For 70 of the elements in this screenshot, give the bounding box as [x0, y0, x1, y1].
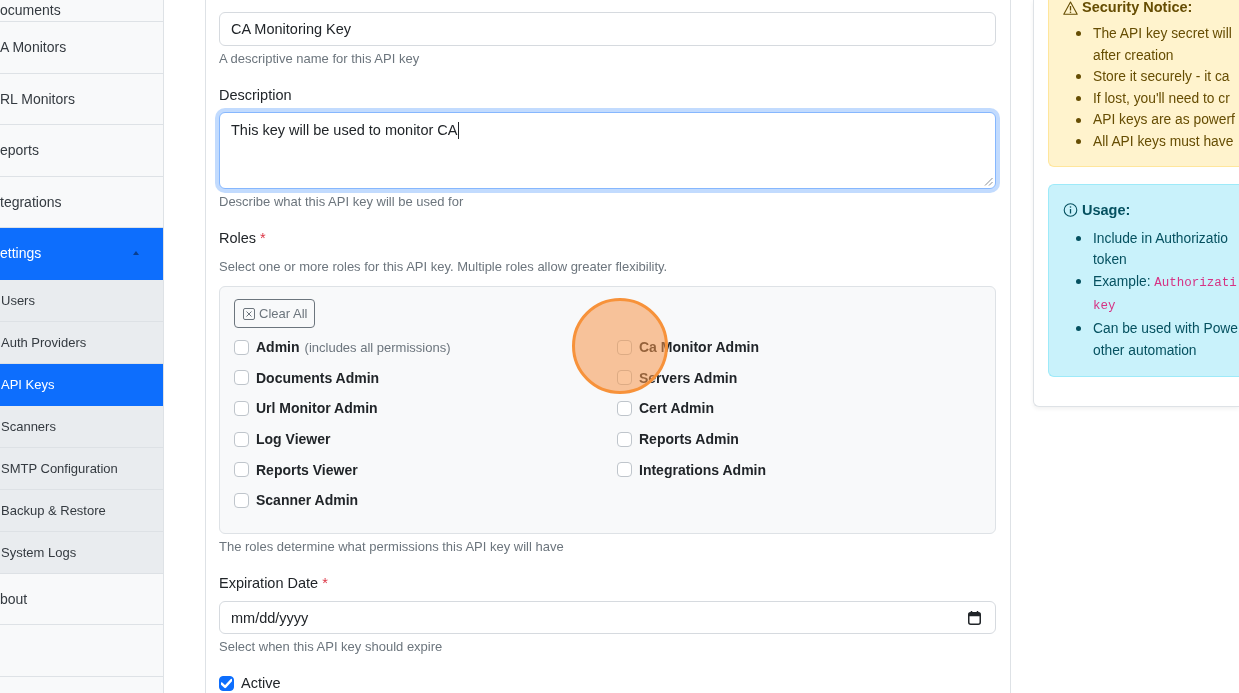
- checkbox[interactable]: [234, 370, 249, 386]
- field-label: Expiration Date: [219, 574, 319, 593]
- bullet-icon: [1076, 235, 1081, 241]
- checkbox[interactable]: [234, 492, 249, 508]
- role-note: (includes all permissions): [304, 339, 451, 355]
- sidebar-subitem[interactable]: System Logs: [0, 531, 163, 574]
- required-mark: *: [322, 574, 328, 593]
- checkbox[interactable]: [617, 339, 632, 355]
- name-field[interactable]: CA Monitoring Key: [219, 12, 996, 46]
- checkbox[interactable]: [617, 462, 632, 478]
- warning-icon: [1063, 0, 1078, 15]
- info-icon: [1063, 202, 1078, 217]
- checkbox-label: Active: [241, 675, 281, 691]
- checkbox[interactable]: [234, 462, 249, 478]
- text-cursor-icon: [458, 122, 460, 139]
- checkbox[interactable]: [617, 370, 632, 386]
- description-field[interactable]: This key will be used to monitor CA: [219, 112, 996, 189]
- checkbox-label: Log Viewer: [256, 431, 331, 448]
- date-field[interactable]: mm/dd/yyyy: [219, 601, 996, 634]
- calendar-icon[interactable]: [968, 610, 981, 625]
- checkbox[interactable]: [617, 431, 632, 447]
- checkbox[interactable]: [234, 401, 249, 416]
- sidebar-subitem[interactable]: Auth Providers: [0, 321, 163, 364]
- checkbox[interactable]: [219, 675, 234, 691]
- help-text: Select one or more roles for this API key. Multiple roles allow greater flexibility.: [219, 258, 669, 276]
- sidebar-subitem[interactable]: API Keys: [0, 363, 163, 406]
- list-item-text: Can be used with Powe other automation: [1093, 319, 1238, 360]
- checkbox[interactable]: [617, 401, 632, 416]
- bullet-icon: [1076, 117, 1081, 123]
- sidebar-item[interactable]: ettings: [0, 228, 163, 280]
- list-item-text: All API keys must have: [1093, 132, 1234, 151]
- list-item-text: If lost, you'll need to cr: [1093, 89, 1230, 108]
- bullet-icon: [1076, 96, 1081, 102]
- bullet-icon: [1076, 139, 1081, 145]
- help-text: A descriptive name for this API key: [219, 50, 421, 68]
- checkbox-label: Documents Admin: [256, 369, 380, 386]
- list-item-text: Store it securely - it ca: [1093, 68, 1230, 87]
- checkbox[interactable]: [234, 431, 249, 447]
- checkbox-label: Reports Viewer: [256, 461, 358, 478]
- sidebar-subitem[interactable]: Users: [0, 279, 163, 322]
- checkmark-icon: [221, 677, 232, 689]
- list-item-text: Example: Authorizati key: [1093, 272, 1237, 316]
- checkbox-label: Reports Admin: [639, 431, 739, 448]
- checkbox-label: Url Monitor Admin: [256, 400, 378, 417]
- field-label: Roles: [219, 229, 257, 248]
- required-mark: *: [260, 229, 266, 248]
- alert-title: Security Notice:: [1082, 0, 1193, 15]
- checkbox-label: Cert Admin: [639, 400, 714, 417]
- bullet-icon: [1076, 279, 1081, 285]
- bullet-icon: [1076, 31, 1081, 37]
- x-square-icon: [243, 307, 255, 320]
- help-text: The roles determine what permissions this API key will have: [219, 538, 565, 556]
- sidebar-subitem[interactable]: SMTP Configuration: [0, 447, 163, 490]
- resize-handle-icon[interactable]: [984, 177, 993, 186]
- clear-all-button[interactable]: Clear All: [234, 299, 316, 328]
- list-item-text: API keys are as powerf: [1093, 111, 1235, 130]
- help-text: Describe what this API key will be used for: [219, 193, 465, 211]
- field-label: Description: [219, 86, 292, 105]
- checkbox-label: Integrations Admin: [639, 461, 767, 478]
- alert-title: Usage:: [1082, 200, 1131, 220]
- checkbox-label: Scanner Admin: [256, 492, 359, 509]
- list-item-text: Include in Authorizatio token: [1093, 229, 1228, 270]
- bullet-icon: [1076, 326, 1081, 332]
- checkbox[interactable]: [234, 339, 249, 355]
- sidebar-subitem[interactable]: Backup & Restore: [0, 489, 163, 532]
- help-text: Select when this API key should expire: [219, 638, 444, 656]
- list-item-text: The API key secret will after creation: [1093, 25, 1232, 65]
- bullet-icon: [1076, 74, 1081, 80]
- sidebar-subitem[interactable]: Scanners: [0, 405, 163, 448]
- checkbox-label: Admin: [256, 339, 300, 356]
